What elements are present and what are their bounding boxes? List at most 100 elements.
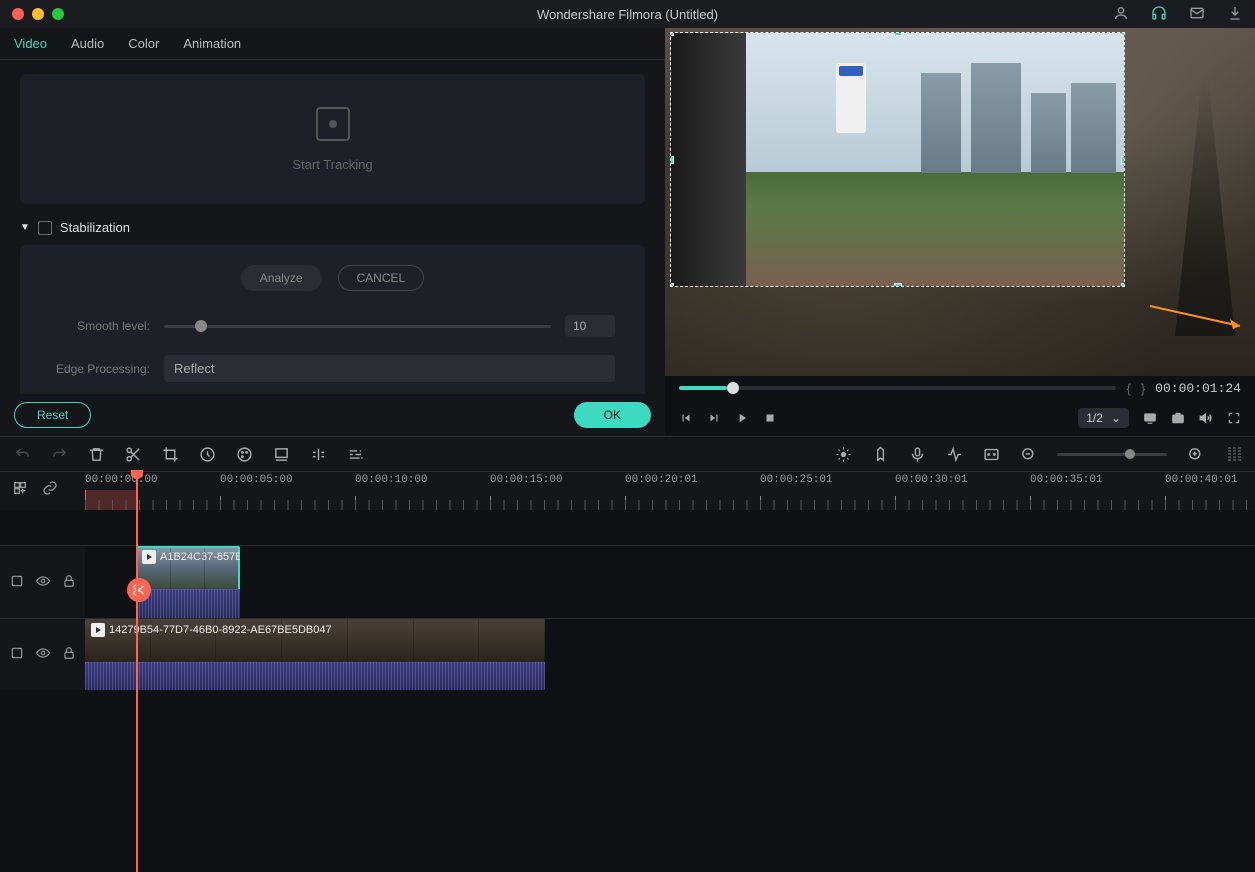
clip-sign [836,63,866,133]
ok-button[interactable]: OK [574,402,651,428]
link-icon[interactable] [42,480,58,502]
play-button[interactable] [735,411,749,425]
tab-color[interactable]: Color [128,36,159,51]
audio-mixer-icon[interactable] [946,446,963,463]
speed-icon[interactable] [199,446,216,463]
clip-1[interactable]: A1B24C37-857E [136,546,240,618]
audio-meters-icon[interactable] [1228,447,1241,461]
resize-handle-ml[interactable] [670,156,674,164]
ruler-label: 00:00:05:00 [220,474,293,486]
stop-button[interactable] [763,411,777,425]
ruler-label: 00:00:30:01 [895,474,968,486]
tab-audio[interactable]: Audio [71,36,104,51]
close-window[interactable] [12,8,24,20]
video-track-1: A1B24C37-857E [0,545,1255,618]
voiceover-icon[interactable] [909,446,926,463]
preview-scrubber[interactable] [679,386,1116,390]
ruler-label: 00:00:15:00 [490,474,563,486]
clip-2[interactable]: 14279B54-77D7-46B0-8922-AE67BE5DB047 [85,619,545,690]
volume-icon[interactable] [1199,411,1213,425]
edge-processing-select[interactable]: Reflect [164,355,615,382]
lock-icon[interactable] [62,574,76,591]
tab-animation[interactable]: Animation [183,36,241,51]
video-track-2: 14279B54-77D7-46B0-8922-AE67BE5DB047 [0,618,1255,690]
fullscreen-icon[interactable] [1227,411,1241,425]
smooth-level-value[interactable]: 10 [565,315,615,337]
marker-icon[interactable] [872,446,889,463]
detach-audio-icon[interactable] [310,446,327,463]
clip-play-icon [142,550,156,564]
analyze-button[interactable]: Analyze [241,265,322,291]
mark-out-button[interactable]: } [1141,381,1145,396]
prev-frame-button[interactable] [679,411,693,425]
resize-handle-br[interactable] [1121,283,1125,287]
preview-viewport[interactable] [665,28,1255,376]
zoom-in-icon[interactable] [1187,446,1204,463]
cut-indicator-icon[interactable] [127,578,151,602]
scrubber-thumb[interactable] [727,382,739,394]
timeline-toolbar [0,436,1255,472]
start-tracking-button[interactable]: Start Tracking [292,157,372,172]
selection-frame[interactable] [670,32,1125,287]
track-lane[interactable]: A1B24C37-857E [85,546,1255,618]
ruler-label: 00:00:25:01 [760,474,833,486]
resize-handle-tr[interactable] [1121,32,1125,36]
ruler-label: 00:00:35:01 [1030,474,1103,486]
mark-in-button[interactable]: { [1126,381,1130,396]
timeline-zoom-slider[interactable] [1057,453,1167,456]
download-icon[interactable] [1227,5,1243,24]
display-toggle-icon[interactable] [1143,411,1157,425]
green-screen-icon[interactable] [273,446,290,463]
preview-scrubber-row: { } 00:00:01:24 [665,376,1255,400]
film-icon[interactable] [10,574,24,591]
headphones-icon[interactable] [1151,5,1167,24]
ruler-label: 00:00:10:00 [355,474,428,486]
ruler-label: 00:00:20:01 [625,474,698,486]
visibility-icon[interactable] [36,574,50,591]
preview-quality-select[interactable]: 1/2⌄ [1078,408,1129,428]
playhead[interactable] [136,472,138,872]
tab-video[interactable]: Video [14,36,47,51]
visibility-icon[interactable] [36,646,50,663]
next-frame-button[interactable] [707,411,721,425]
timeline-ruler[interactable]: 00:00:00:0000:00:05:0000:00:10:0000:00:1… [85,472,1255,510]
color-icon[interactable] [236,446,253,463]
mail-icon[interactable] [1189,5,1205,24]
snapshot-icon[interactable] [1171,411,1185,425]
minimize-window[interactable] [32,8,44,20]
stabilization-title: Stabilization [60,220,130,235]
zoom-thumb[interactable] [1125,449,1135,459]
track-controls [0,619,85,690]
settings-icon[interactable] [347,446,364,463]
keyframe-icon[interactable] [983,446,1000,463]
resize-handle-bl[interactable] [670,283,674,287]
track-lane[interactable]: 14279B54-77D7-46B0-8922-AE67BE5DB047 [85,619,1255,690]
redo-icon[interactable] [51,446,68,463]
split-icon[interactable] [125,446,142,463]
stabilization-checkbox[interactable] [38,221,52,235]
smooth-level-slider[interactable] [164,325,551,328]
smooth-level-label: Smooth level: [50,319,150,333]
resize-handle-tm[interactable] [894,32,902,36]
film-icon[interactable] [10,646,24,663]
zoom-out-icon[interactable] [1020,446,1037,463]
undo-icon[interactable] [14,446,31,463]
resize-handle-tl[interactable] [670,32,674,36]
clip-building [1071,83,1116,173]
resize-handle-bm[interactable] [894,283,902,287]
crop-icon[interactable] [162,446,179,463]
account-icon[interactable] [1113,5,1129,24]
maximize-window[interactable] [52,8,64,20]
lock-icon[interactable] [62,646,76,663]
reset-button[interactable]: Reset [14,402,91,428]
stabilization-header[interactable]: ▼ Stabilization [20,220,645,235]
window-controls [12,8,64,20]
cancel-button[interactable]: CANCEL [338,265,425,291]
app-title: Wondershare Filmora (Untitled) [537,7,718,22]
delete-icon[interactable] [88,446,105,463]
render-icon[interactable] [835,446,852,463]
resize-handle-mr[interactable] [1121,156,1125,164]
titlebar: Wondershare Filmora (Untitled) [0,0,1255,28]
add-track-icon[interactable] [12,480,28,502]
slider-thumb[interactable] [195,320,207,332]
